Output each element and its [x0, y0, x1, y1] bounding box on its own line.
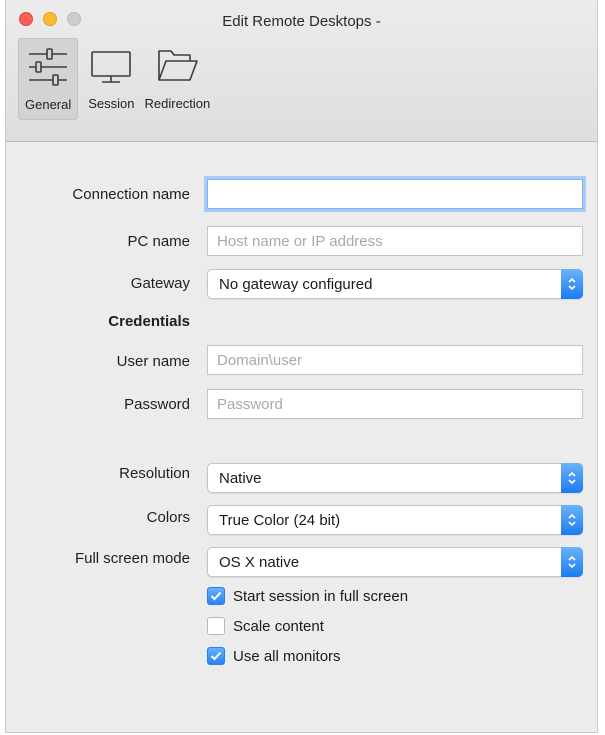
folder-icon: [158, 50, 199, 81]
user-name-label: User name: [116, 353, 190, 370]
start-fullscreen-label: Start session in full screen: [233, 587, 409, 605]
edit-remote-desktops-window: Edit Remote Desktops - General Session R…: [5, 0, 598, 733]
resolution-select[interactable]: Native: [207, 463, 583, 493]
tab-redirection-label: Redirection: [144, 96, 211, 111]
full-screen-mode-select[interactable]: OS X native: [207, 547, 583, 577]
start-fullscreen-checkbox[interactable]: Start session in full screen: [207, 587, 408, 605]
tab-general[interactable]: General: [18, 38, 79, 120]
connection-name-input[interactable]: [207, 179, 583, 209]
colors-label: Colors: [146, 509, 190, 526]
connection-name-label: Connection name: [72, 186, 190, 203]
gateway-value: No gateway configured: [219, 276, 373, 293]
gateway-label: Gateway: [130, 275, 190, 292]
gateway-select[interactable]: No gateway configured: [207, 269, 583, 299]
checkmark-icon: [207, 587, 225, 605]
use-all-monitors-label: Use all monitors: [233, 647, 341, 665]
full-screen-mode-label: Full screen mode: [74, 550, 190, 567]
password-input[interactable]: [207, 389, 583, 419]
full-screen-mode-value: OS X native: [219, 554, 300, 571]
scale-content-label: Scale content: [233, 617, 324, 635]
tab-general-label: General: [25, 97, 72, 112]
updown-chevron-icon: [561, 505, 583, 535]
window-title: Edit Remote Desktops -: [222, 13, 381, 30]
pc-name-input[interactable]: [207, 226, 583, 256]
credentials-heading: Credentials: [108, 313, 190, 330]
scale-content-checkbox[interactable]: Scale content: [207, 617, 324, 635]
updown-chevron-icon: [561, 269, 583, 299]
updown-chevron-icon: [561, 547, 583, 577]
monitor-icon: [91, 51, 132, 83]
checkmark-icon: [207, 647, 225, 665]
user-name-input[interactable]: [207, 345, 583, 375]
tab-session[interactable]: Session: [88, 38, 135, 120]
general-settings-form: Connection name PC name Gateway No gatew…: [6, 141, 597, 732]
sliders-icon: [29, 48, 68, 86]
resolution-value: Native: [219, 470, 262, 487]
tab-session-label: Session: [88, 96, 135, 111]
preferences-toolbar: General Session Redirection: [18, 38, 220, 120]
tab-redirection[interactable]: Redirection: [144, 38, 211, 120]
resolution-label: Resolution: [119, 465, 190, 482]
colors-value: True Color (24 bit): [219, 512, 341, 529]
colors-select[interactable]: True Color (24 bit): [207, 505, 583, 535]
title-bar: Edit Remote Desktops - General Session R…: [6, 0, 597, 142]
unchecked-box-icon: [207, 617, 225, 635]
pc-name-label: PC name: [127, 233, 190, 250]
updown-chevron-icon: [561, 463, 583, 493]
password-label: Password: [124, 396, 190, 413]
use-all-monitors-checkbox[interactable]: Use all monitors: [207, 647, 341, 665]
